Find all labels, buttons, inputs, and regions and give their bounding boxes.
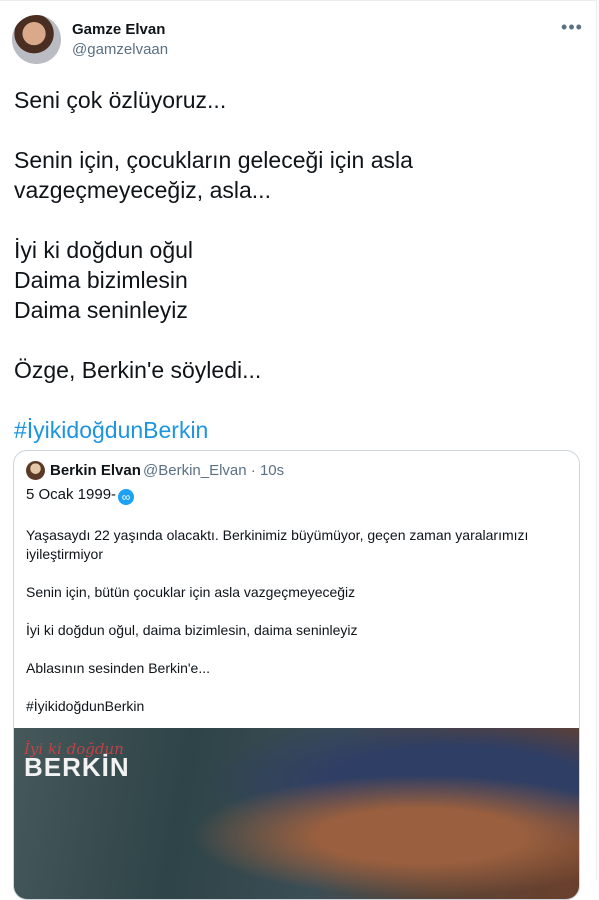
tweet-line: İyi ki doğdun oğul xyxy=(14,237,194,263)
quoted-paragraph: Yaşasaydı 22 yaşında olacaktı. Berkinimi… xyxy=(26,527,529,562)
quoted-hashtag[interactable]: #İyikidoğdunBerkin xyxy=(26,697,566,716)
quoted-author-name[interactable]: Berkin Elvan xyxy=(50,462,141,479)
tweet-line: Daima bizimlesin xyxy=(14,267,188,293)
tweet-line: vazgeçmeyeceğiz, asla... xyxy=(14,177,271,203)
tweet: Gamze Elvan @gamzelvaan ••• Seni çok özl… xyxy=(0,0,597,900)
video-title-text: BERKİN xyxy=(24,752,130,782)
quoted-paragraph: Senin için, bütün çocuklar için asla vaz… xyxy=(26,584,356,600)
quoted-author-handle[interactable]: @Berkin_Elvan · 10s xyxy=(143,462,284,479)
quoted-text: Yaşasaydı 22 yaşında olacaktı. Berkinimi… xyxy=(26,526,566,735)
more-options-icon[interactable]: ••• xyxy=(560,15,584,39)
tweet-line: Özge, Berkin'e söyledi... xyxy=(14,357,262,383)
author-handle[interactable]: @gamzelvaan xyxy=(72,41,168,58)
quoted-paragraph: İyi ki doğdun oğul, daima bizimlesin, da… xyxy=(26,622,358,638)
quoted-date-text: 5 Ocak 1999- xyxy=(26,486,117,503)
quoted-tweet[interactable]: Berkin Elvan @Berkin_Elvan · 10s 5 Ocak … xyxy=(13,450,580,900)
quoted-video-thumbnail[interactable]: İyi ki doğdun BERKİN xyxy=(14,728,579,899)
author-name[interactable]: Gamze Elvan xyxy=(72,21,165,38)
tweet-text: Seni çok özlüyoruz... Senin için, çocukl… xyxy=(14,85,584,445)
hashtag-link[interactable]: #İyikidoğdunBerkin xyxy=(14,415,584,445)
infinity-icon: ∞ xyxy=(118,489,135,505)
quoted-bio-date: 5 Ocak 1999- ∞ xyxy=(26,486,135,505)
quoted-avatar[interactable] xyxy=(26,461,45,480)
author-avatar[interactable] xyxy=(12,15,61,64)
quoted-paragraph: Ablasının sesinden Berkin'e... xyxy=(26,660,211,676)
tweet-line: Senin için, çocukların geleceği için asl… xyxy=(14,147,413,173)
tweet-line: Daima seninleyiz xyxy=(14,297,188,323)
tweet-line: Seni çok özlüyoruz... xyxy=(14,87,227,113)
